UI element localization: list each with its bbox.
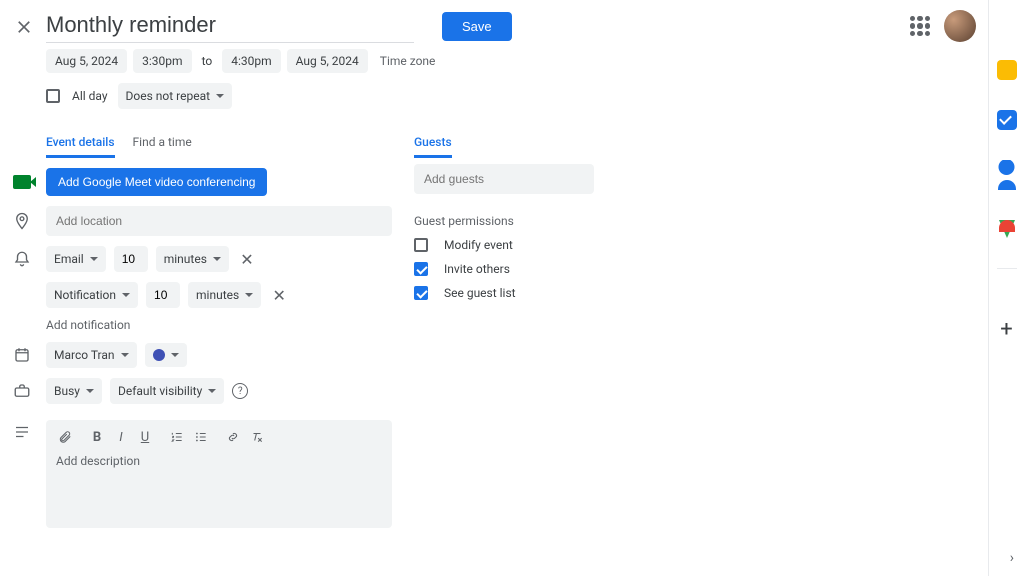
sidepanel-separator [997, 268, 1017, 269]
save-button[interactable]: Save [442, 12, 512, 41]
notification-icon [12, 249, 32, 269]
numbered-list-button[interactable] [166, 426, 188, 448]
account-avatar[interactable] [944, 10, 976, 42]
contacts-icon[interactable] [997, 160, 1017, 190]
location-icon [12, 211, 32, 231]
clear-format-button[interactable] [246, 426, 268, 448]
description-textarea[interactable]: Add description [46, 454, 392, 468]
event-title-input[interactable] [46, 10, 414, 43]
notif2-unit-select[interactable]: minutes [188, 282, 261, 308]
color-dot [153, 349, 165, 361]
description-icon [12, 422, 32, 442]
see-guest-list-checkbox[interactable] [414, 286, 428, 300]
notif2-value-input[interactable] [146, 282, 180, 308]
visibility-help-icon[interactable]: ? [232, 383, 248, 399]
add-guests-input[interactable] [414, 164, 594, 194]
timezone-button[interactable]: Time zone [380, 54, 436, 68]
calendar-icon [12, 345, 32, 365]
guest-permissions-label: Guest permissions [414, 214, 604, 228]
all-day-label: All day [72, 89, 108, 103]
notif2-remove-button[interactable]: ✕ [269, 285, 289, 305]
maps-icon[interactable] [999, 220, 1015, 238]
notif2-method-select[interactable]: Notification [46, 282, 138, 308]
google-apps-icon[interactable] [910, 16, 930, 36]
notif1-remove-button[interactable]: ✕ [237, 249, 257, 269]
add-addon-button[interactable]: + [1000, 317, 1012, 342]
availability-select[interactable]: Busy [46, 378, 102, 404]
close-button[interactable] [12, 15, 36, 39]
start-date-chip[interactable]: Aug 5, 2024 [46, 49, 127, 73]
tab-event-details[interactable]: Event details [46, 135, 115, 158]
notif1-method-select[interactable]: Email [46, 246, 106, 272]
invite-others-label: Invite others [444, 262, 510, 276]
attach-button[interactable] [54, 426, 76, 448]
add-meet-button[interactable]: Add Google Meet video conferencing [46, 168, 267, 196]
add-notification-button[interactable]: Add notification [46, 318, 392, 332]
to-label: to [198, 49, 217, 73]
organizer-select[interactable]: Marco Tran [46, 342, 137, 368]
end-date-chip[interactable]: Aug 5, 2024 [287, 49, 368, 73]
briefcase-icon [12, 381, 32, 401]
invite-others-checkbox[interactable] [414, 262, 428, 276]
link-button[interactable] [222, 426, 244, 448]
bold-button[interactable]: B [86, 426, 108, 448]
tasks-icon[interactable] [997, 110, 1017, 130]
modify-event-label: Modify event [444, 238, 513, 252]
repeat-select[interactable]: Does not repeat [118, 83, 233, 109]
italic-button[interactable]: I [110, 426, 132, 448]
end-time-chip[interactable]: 4:30pm [222, 49, 280, 73]
keep-icon[interactable] [997, 60, 1017, 80]
hide-sidepanel-button[interactable]: › [1010, 550, 1014, 566]
tab-find-a-time[interactable]: Find a time [133, 135, 192, 158]
location-input[interactable] [46, 206, 392, 236]
start-time-chip[interactable]: 3:30pm [133, 49, 191, 73]
bullet-list-button[interactable] [190, 426, 212, 448]
underline-button[interactable]: U [134, 426, 156, 448]
meet-icon [12, 172, 32, 192]
visibility-select[interactable]: Default visibility [110, 378, 224, 404]
all-day-checkbox[interactable] [46, 89, 60, 103]
modify-event-checkbox[interactable] [414, 238, 428, 252]
notif1-value-input[interactable] [114, 246, 148, 272]
notif1-unit-select[interactable]: minutes [156, 246, 229, 272]
event-color-select[interactable] [145, 343, 187, 367]
tab-guests[interactable]: Guests [414, 135, 452, 158]
see-guest-list-label: See guest list [444, 286, 516, 300]
